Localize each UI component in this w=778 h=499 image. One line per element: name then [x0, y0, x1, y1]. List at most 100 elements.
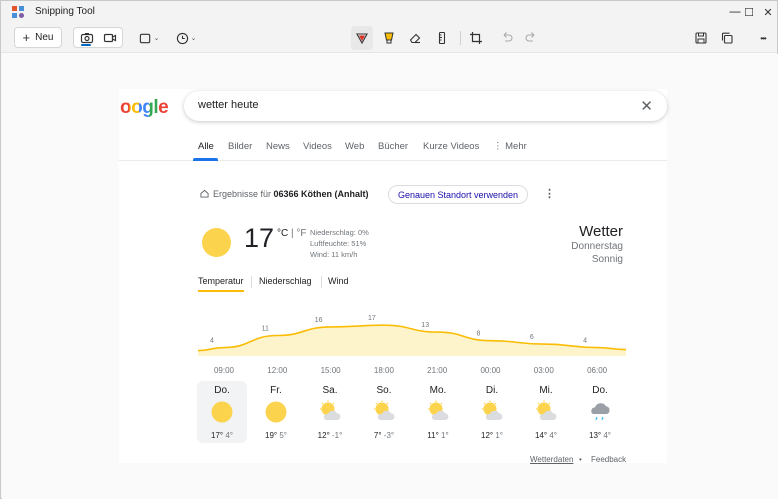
- forecast-low: 4°: [549, 431, 557, 440]
- copy-icon[interactable]: [718, 29, 736, 47]
- tab-buecher[interactable]: Bücher: [378, 141, 408, 152]
- tab-kurze-videos[interactable]: Kurze Videos: [423, 141, 479, 152]
- new-button[interactable]: + Neu: [14, 27, 62, 48]
- more-options-button[interactable]: •••: [753, 29, 773, 47]
- forecast-day[interactable]: Fr. 19° 5°: [251, 381, 301, 443]
- search-box[interactable]: wetter heute ✕: [184, 91, 667, 121]
- precise-location-button[interactable]: Genauen Standort verwenden: [388, 185, 528, 204]
- forecast-low: 5°: [279, 431, 287, 440]
- forecast-temps: 7° -3°: [359, 431, 409, 440]
- ballpoint-pen-icon[interactable]: [353, 29, 371, 47]
- forecast-days: Do. 17° 4° Fr. 19° 5° Sa. 12° -1° So. 7° -3° Mo.…: [197, 381, 629, 443]
- time-label: 09:00: [214, 366, 235, 375]
- forecast-day[interactable]: Do. 17° 4°: [197, 381, 247, 443]
- forecast-low: 1°: [495, 431, 503, 440]
- tab-web[interactable]: Web: [345, 141, 364, 152]
- title-bar: Snipping Tool —: [1, 1, 777, 23]
- temp-label: 13: [421, 322, 429, 329]
- temp-label: 8: [477, 331, 481, 338]
- location-more-icon[interactable]: ⋮: [544, 187, 555, 200]
- temp-label: 4: [583, 338, 587, 345]
- forecast-day-name: So.: [376, 385, 392, 396]
- weather-data-link[interactable]: Wetterdaten: [530, 455, 573, 464]
- temperature-chart: 4 11 16 17 13 8 6 4 09:00 12:00 15:00 18:00 21:00 00:…: [198, 315, 626, 375]
- tab-news[interactable]: News: [266, 141, 290, 152]
- forecast-low: 1°: [441, 431, 449, 440]
- ruler-icon[interactable]: [433, 29, 451, 47]
- tab-wind[interactable]: Wind: [328, 276, 349, 286]
- forecast-day[interactable]: Sa. 12° -1°: [305, 381, 355, 443]
- tab-mehr[interactable]: ⋮ Mehr: [493, 141, 527, 152]
- forecast-temps: 19° 5°: [251, 431, 301, 440]
- forecast-day[interactable]: Di. 12° 1°: [467, 381, 517, 443]
- chevron-down-icon: ⌄: [190, 35, 197, 42]
- forecast-high: 12°: [317, 431, 332, 440]
- forecast-day-name: Mi.: [539, 385, 553, 396]
- forecast-low: -1°: [332, 431, 343, 440]
- toolbar-divider: [460, 31, 461, 45]
- forecast-high: 12°: [481, 431, 496, 440]
- forecast-day[interactable]: Do. 13° 4°: [575, 381, 625, 443]
- tab-videos[interactable]: Videos: [303, 141, 332, 152]
- tab-temperatur[interactable]: Temperatur: [198, 276, 244, 286]
- active-tab-indicator: [193, 158, 218, 161]
- weather-details: Niederschlag: 0% Luftfeuchte: 51% Wind: …: [310, 227, 369, 260]
- forecast-low: -3°: [383, 431, 395, 440]
- wind: Wind: 11 km/h: [310, 250, 358, 259]
- partly-cloudy-icon: [534, 400, 558, 424]
- close-button[interactable]: ✕: [757, 1, 778, 23]
- forecast-day-name: Mo.: [429, 385, 447, 396]
- time-label: 21:00: [427, 366, 448, 375]
- forecast-day-name: Sa.: [322, 385, 338, 396]
- highlighter-icon[interactable]: [380, 29, 398, 47]
- temp-label: 6: [530, 334, 534, 341]
- video-icon[interactable]: [101, 29, 119, 47]
- forecast-day-name: Di.: [485, 385, 499, 396]
- forecast-temps: 11° 1°: [413, 431, 463, 440]
- weather-condition: Sonnig: [591, 254, 623, 265]
- forecast-high: 13°: [589, 431, 604, 440]
- sun-icon: [202, 228, 231, 257]
- forecast-low: 4°: [603, 431, 611, 440]
- search-input[interactable]: wetter heute: [198, 99, 259, 111]
- google-logo[interactable]: oogle: [120, 97, 169, 119]
- forecast-day[interactable]: So. 7° -3°: [359, 381, 409, 443]
- weather-day: Donnerstag: [571, 241, 623, 252]
- undo-icon[interactable]: [498, 29, 516, 47]
- snip-shape-dropdown[interactable]: ⌄: [135, 29, 163, 47]
- save-icon[interactable]: [692, 29, 710, 47]
- redo-icon[interactable]: [522, 29, 540, 47]
- forecast-high: 14°: [535, 431, 550, 440]
- forecast-temps: 13° 4°: [575, 431, 625, 440]
- time-label: 15:00: [321, 366, 342, 375]
- plus-icon: +: [22, 30, 31, 45]
- forecast-day[interactable]: Mo. 11° 1°: [413, 381, 463, 443]
- forecast-day-name: Do.: [214, 385, 230, 396]
- unit-celsius[interactable]: °C: [277, 228, 288, 239]
- time-label: 03:00: [534, 366, 555, 375]
- temp-label: 17: [368, 315, 376, 322]
- chevron-down-icon: ⌄: [153, 35, 160, 42]
- crop-icon[interactable]: [467, 29, 485, 47]
- time-label: 18:00: [374, 366, 395, 375]
- forecast-day[interactable]: Mi. 14° 4°: [521, 381, 571, 443]
- toolbar: + Neu ⌄ ⌄ •••: [1, 23, 777, 53]
- temp-label: 16: [315, 317, 323, 324]
- partly-cloudy-icon: [480, 400, 504, 424]
- tab-bilder[interactable]: Bilder: [228, 141, 252, 152]
- forecast-high: 11°: [427, 431, 442, 440]
- unit-fahrenheit[interactable]: °F: [296, 228, 306, 239]
- forecast-temps: 12° -1°: [305, 431, 355, 440]
- window-title: Snipping Tool: [35, 6, 95, 17]
- temp-label: 11: [262, 326, 269, 333]
- forecast-day-name: Fr.: [270, 385, 282, 396]
- home-icon: [200, 189, 209, 198]
- delay-dropdown[interactable]: ⌄: [172, 29, 200, 47]
- tab-alle[interactable]: Alle: [198, 141, 214, 152]
- feedback-link[interactable]: Feedback: [591, 455, 626, 464]
- eraser-icon[interactable]: [406, 29, 424, 47]
- time-label: 06:00: [587, 366, 608, 375]
- tab-niederschlag[interactable]: Niederschlag: [259, 276, 312, 286]
- close-icon[interactable]: ✕: [640, 97, 653, 115]
- time-label: 12:00: [267, 366, 288, 375]
